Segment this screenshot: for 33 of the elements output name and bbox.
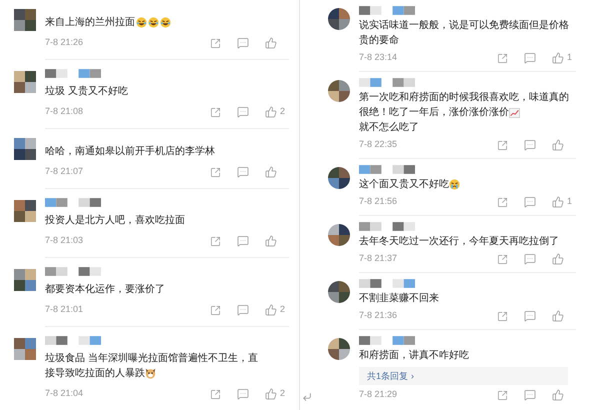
like-count: 2: [280, 303, 286, 316]
comment-text: 这个面又贵又不好吃: [359, 178, 449, 192]
comment-text: 和府捞面，讲真不咋好吃: [359, 348, 469, 363]
like-count: 1: [567, 195, 572, 208]
comment-time: 7-8 21:36: [359, 309, 398, 322]
comment-time: 7-8 23:14: [359, 51, 398, 64]
comment-time: 7-8 21:56: [359, 195, 398, 208]
comment-text: 就不怎么吃了: [359, 120, 419, 135]
replies-link[interactable]: 共1条回复 ›: [359, 367, 568, 385]
comment-text: 接导致吃拉面的人暴跌: [45, 366, 145, 381]
comment-time: 7-8 21:07: [45, 165, 84, 178]
comment-time: 7-8 21:37: [359, 252, 398, 266]
comment-text: 垃圾 又贵又不好吃: [45, 84, 128, 99]
comment-text: 投资人是北方人吧，喜欢吃拉面: [45, 214, 185, 228]
comment-text: 哈哈，南通如皋以前开手机店的李学林: [45, 144, 215, 159]
comment-text: 去年冬天吃过一次还行，今年夏天再吃拉倒了: [359, 234, 559, 249]
like-count: 2: [280, 387, 286, 400]
comment-time: 7-8 21:01: [45, 303, 84, 316]
comment-time: 7-8 21:26: [45, 36, 84, 50]
like-count: 1: [567, 51, 572, 64]
like-count: 2: [280, 105, 286, 118]
comment-text: 垃圾食品 当年深圳曝光拉面馆普遍性不卫生，直: [45, 352, 258, 366]
comment-text: 都要资本化运作，要涨价了: [45, 282, 165, 297]
comment-time: 7-8 21:04: [45, 387, 84, 400]
comment-time: 7-8 21:03: [45, 234, 84, 248]
comment-text: 第一次吃和府捞面的时候我很喜欢吃，味道真的: [359, 90, 569, 105]
comment-text: 不割韭菜赚不回来: [359, 292, 439, 306]
comment-time: 7-8 21:08: [45, 105, 84, 118]
comment-time: 7-8 21:29: [359, 388, 398, 402]
comment-text: 说实话味道一般般，说是可以免费续面但是价格贵的要命: [359, 18, 570, 48]
comment-text: 来自上海的兰州拉面: [45, 16, 135, 30]
comment-text: 很绝！吃了一年后，涨价涨价涨价: [359, 106, 509, 120]
comment-time: 7-8 22:35: [359, 138, 398, 152]
